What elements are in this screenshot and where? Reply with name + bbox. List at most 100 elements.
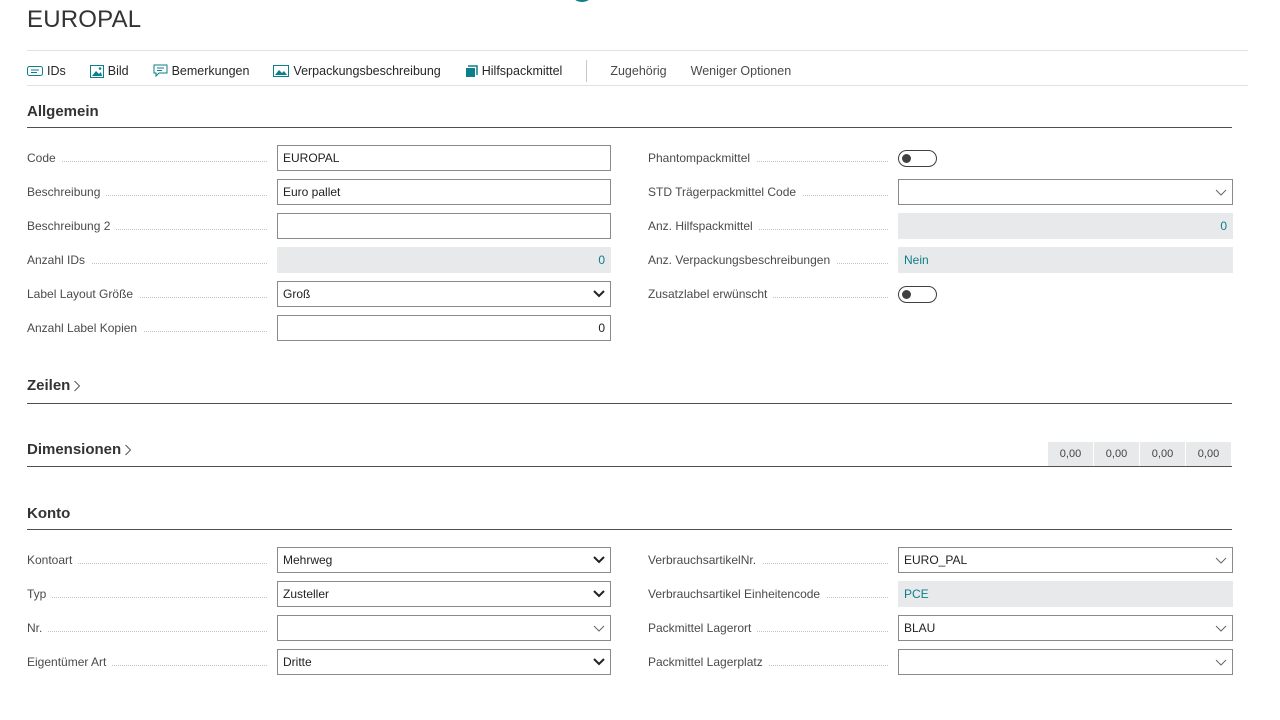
field-label-layout: Label Layout Größe Groß [27, 281, 611, 307]
field-anzahl-label-kopien: Anzahl Label Kopien 0 [27, 315, 611, 341]
typ-label: Typ [27, 587, 53, 601]
section-konto-title: Konto [27, 505, 71, 522]
chevron-down-icon [1215, 557, 1227, 564]
beschreibung-input[interactable]: Euro pallet [277, 179, 611, 205]
field-anz-verpackungsbeschreibungen: Anz. Verpackungsbeschreibungen Nein [648, 247, 1233, 273]
chevron-down-icon [1215, 659, 1227, 666]
zugehoerig-label: Zugehörig [610, 64, 667, 78]
std-traeger-label: STD Trägerpackmittel Code [648, 185, 803, 199]
std-traeger-select[interactable] [898, 179, 1233, 205]
anzahl-ids-label: Anzahl IDs [27, 253, 92, 267]
packmittel-lagerplatz-label: Packmittel Lagerplatz [648, 655, 769, 669]
section-zeilen[interactable]: Zeilen [27, 377, 1232, 404]
code-input[interactable]: EUROPAL [277, 145, 611, 171]
chevron-down-icon [593, 590, 605, 598]
zeilen-title-text: Zeilen [27, 377, 71, 394]
package-icon [465, 64, 478, 78]
chevron-down-icon [593, 556, 605, 564]
anz-hilfspackmittel-label: Anz. Hilfspackmittel [648, 219, 759, 233]
field-beschreibung: Beschreibung Euro pallet [27, 179, 611, 205]
packmittel-lagerort-select[interactable]: BLAU [898, 615, 1233, 641]
anz-hilfspackmittel-value-box[interactable]: 0 [898, 213, 1233, 239]
anzahl-label-kopien-input[interactable]: 0 [277, 315, 611, 341]
action-separator [586, 60, 588, 82]
dimension-totals: 0,00 0,00 0,00 0,00 [1048, 442, 1232, 466]
chevron-down-icon [593, 658, 605, 666]
bemerkungen-label: Bemerkungen [171, 64, 250, 78]
field-beschreibung-2: Beschreibung 2 [27, 213, 611, 239]
zusatzlabel-label: Zusatzlabel erwünscht [648, 287, 774, 301]
bemerkungen-action[interactable]: Bemerkungen [153, 64, 250, 78]
verbrauchsartikel-nr-label: VerbrauchsartikelNr. [648, 553, 763, 567]
kontoart-label: Kontoart [27, 553, 79, 567]
kontoart-value: Mehrweg [283, 553, 333, 567]
dimension-total: 0,00 [1186, 442, 1232, 466]
comment-icon [153, 64, 168, 78]
anz-verpackungsbeschreibungen-value-box[interactable]: Nein [898, 247, 1233, 273]
code-value: EUROPAL [283, 151, 340, 165]
anz-verpackungsbeschreibungen-value: Nein [904, 253, 929, 267]
loading-indicator [570, 0, 594, 2]
field-kontoart: Kontoart Mehrweg [27, 547, 611, 573]
verbrauchsartikel-nr-select[interactable]: EURO_PAL [898, 547, 1233, 573]
anz-hilfspackmittel-value: 0 [1220, 219, 1227, 233]
field-packmittel-lagerort: Packmittel Lagerort BLAU [648, 615, 1233, 641]
ids-action[interactable]: IDs [27, 64, 66, 78]
packmittel-lagerort-label: Packmittel Lagerort [648, 621, 758, 635]
weniger-optionen-action[interactable]: Weniger Optionen [691, 64, 792, 78]
weniger-optionen-label: Weniger Optionen [690, 64, 792, 78]
dimension-total: 0,00 [1094, 442, 1140, 466]
bild-label: Bild [107, 64, 129, 78]
kontoart-select[interactable]: Mehrweg [277, 547, 611, 573]
phantompackmittel-toggle[interactable] [898, 149, 937, 167]
chevron-down-icon [1215, 625, 1227, 632]
eigentuemer-art-select[interactable]: Dritte [277, 649, 611, 675]
hilfspackmittel-label: Hilfspackmittel [481, 64, 563, 78]
hilfspackmittel-action[interactable]: Hilfspackmittel [465, 64, 563, 78]
dimensionen-title-text: Dimensionen [27, 441, 122, 458]
section-allgemein[interactable]: Allgemein [27, 103, 1232, 128]
section-zeilen-title: Zeilen [27, 377, 81, 394]
field-zusatzlabel: Zusatzlabel erwünscht [648, 281, 937, 307]
chevron-down-icon [593, 290, 605, 298]
beschreibung-2-label: Beschreibung 2 [27, 219, 117, 233]
dimension-total: 0,00 [1048, 442, 1094, 466]
label-layout-value: Groß [283, 287, 311, 301]
beschreibung-label: Beschreibung [27, 185, 107, 199]
verpackungsbeschreibung-label: Verpackungsbeschreibung [293, 64, 441, 78]
action-bar-divider [27, 85, 1248, 86]
action-bar: IDs Bild Bemerkungen Verpackungsbeschrei… [27, 57, 1248, 85]
page-title: EUROPAL [27, 6, 142, 33]
field-anzahl-ids: Anzahl IDs 0 [27, 247, 611, 273]
verpackungsbeschreibung-action[interactable]: Verpackungsbeschreibung [273, 64, 441, 78]
beschreibung-value: Euro pallet [283, 185, 341, 199]
label-layout-select[interactable]: Groß [277, 281, 611, 307]
field-std-traeger: STD Trägerpackmittel Code [648, 179, 1233, 205]
packmittel-lagerplatz-select[interactable] [898, 649, 1233, 675]
nr-select[interactable] [277, 615, 611, 641]
zusatzlabel-toggle[interactable] [898, 285, 937, 303]
title-divider [27, 50, 1248, 51]
bild-action[interactable]: Bild [89, 64, 129, 78]
verbrauchsartikel-einheitencode-label: Verbrauchsartikel Einheitencode [648, 587, 827, 601]
chevron-right-icon [73, 380, 81, 392]
verbrauchsartikel-einheitencode-value: PCE [904, 587, 929, 601]
chevron-down-icon [1215, 189, 1227, 196]
zugehoerig-action[interactable]: Zugehörig [610, 64, 666, 78]
code-label: Code [27, 151, 62, 165]
anzahl-ids-value-box[interactable]: 0 [277, 247, 611, 273]
field-eigentuemer-art: Eigentümer Art Dritte [27, 649, 611, 675]
eigentuemer-art-value: Dritte [283, 655, 312, 669]
label-layout-label: Label Layout Größe [27, 287, 140, 301]
typ-select[interactable]: Zusteller [277, 581, 611, 607]
anzahl-label-kopien-label: Anzahl Label Kopien [27, 321, 144, 335]
section-allgemein-title: Allgemein [27, 103, 99, 120]
chevron-right-icon [124, 444, 132, 456]
chevron-down-icon [593, 625, 605, 632]
verbrauchsartikel-einheitencode-value-box[interactable]: PCE [898, 581, 1233, 607]
picture-icon [89, 64, 104, 78]
packmittel-lagerort-value: BLAU [904, 621, 936, 635]
section-konto[interactable]: Konto [27, 505, 1232, 530]
field-code: Code EUROPAL [27, 145, 611, 171]
beschreibung-2-input[interactable] [277, 213, 611, 239]
